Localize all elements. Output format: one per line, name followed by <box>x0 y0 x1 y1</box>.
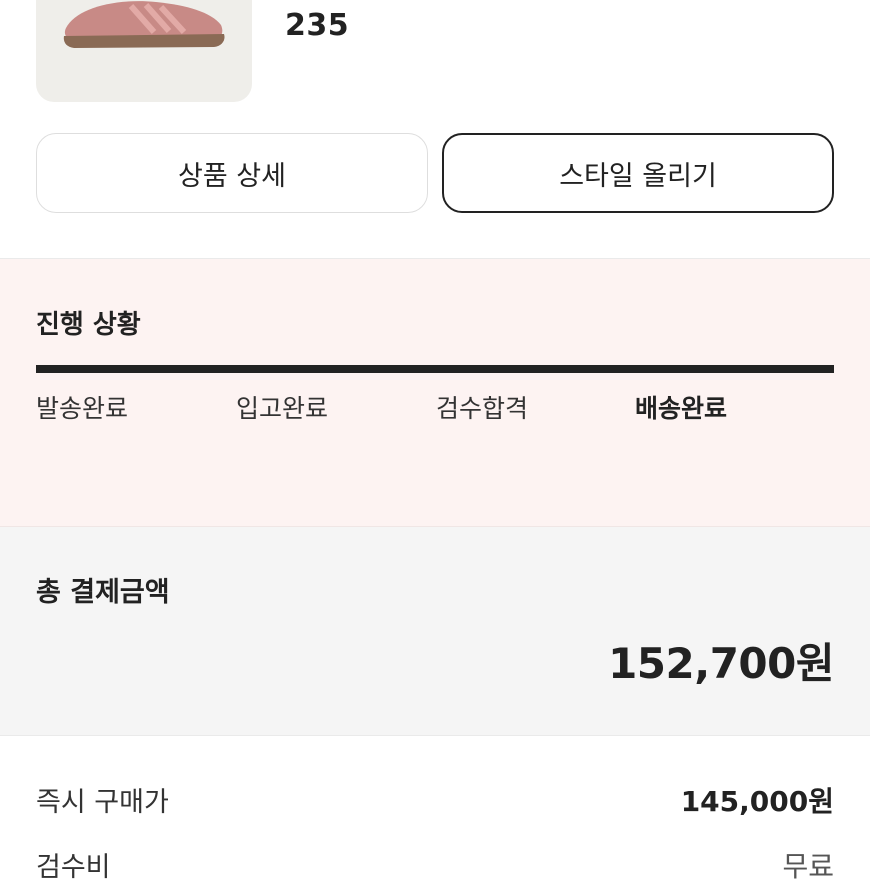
progress-bar <box>36 365 834 373</box>
inspection-fee-label: 검수비 <box>36 852 111 883</box>
progress-fill <box>36 365 834 373</box>
sneaker-image <box>63 1 225 48</box>
step-shipped: 발송완료 <box>36 394 129 423</box>
total-payment-section: 총 결제금액 152,700원 <box>0 527 870 736</box>
instant-price-value: 145,000원 <box>680 785 834 818</box>
product-detail-button[interactable]: 상품 상세 <box>36 133 428 213</box>
total-payment-label: 총 결제금액 <box>36 577 170 608</box>
step-received: 입고완료 <box>236 394 329 423</box>
progress-section: 진행 상황 발송완료 입고완료 검수합격 배송완료 <box>0 259 870 527</box>
step-inspection-passed: 검수합격 <box>436 394 529 423</box>
progress-title: 진행 상황 <box>36 310 141 340</box>
product-thumbnail[interactable] <box>36 0 252 102</box>
instant-price-label: 즉시 구매가 <box>36 787 169 818</box>
product-size: 235 <box>285 8 350 43</box>
step-delivered: 배송완료 <box>635 394 728 423</box>
post-style-button[interactable]: 스타일 올리기 <box>442 133 834 213</box>
total-payment-amount: 152,700원 <box>608 639 834 688</box>
inspection-fee-value: 무료 <box>782 850 834 883</box>
